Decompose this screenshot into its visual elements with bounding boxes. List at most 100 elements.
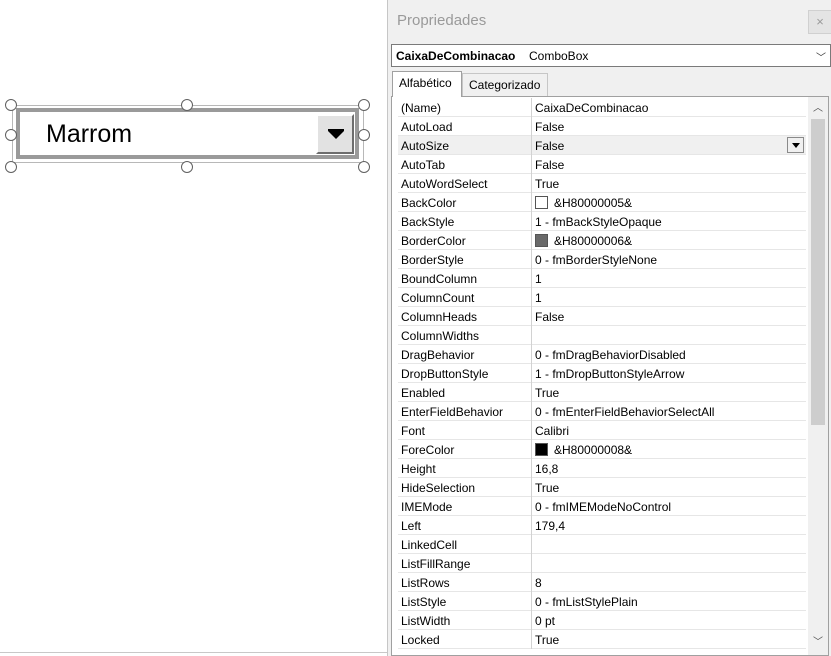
property-value[interactable] xyxy=(532,554,806,573)
property-value[interactable]: 1 - fmBackStyleOpaque xyxy=(532,212,806,231)
property-value[interactable]: CaixaDeCombinacao xyxy=(532,98,806,117)
property-value[interactable]: 0 - fmBorderStyleNone xyxy=(532,250,806,269)
combobox-control[interactable]: Marrom xyxy=(12,105,364,163)
property-name: EnterFieldBehavior xyxy=(398,402,532,421)
scroll-up-icon[interactable]: ︿ xyxy=(808,99,828,119)
property-row[interactable]: BackColor &H80000005& xyxy=(398,193,806,212)
property-value[interactable]: &H80000008& xyxy=(532,440,806,459)
combobox-dropdown-button[interactable] xyxy=(316,114,354,154)
property-row[interactable]: AutoTab False xyxy=(398,155,806,174)
property-grid: (Name) CaixaDeCombinacao AutoLoad False Auto… xyxy=(391,96,829,656)
property-value[interactable]: False xyxy=(532,155,806,174)
property-row[interactable]: (Name) CaixaDeCombinacao xyxy=(398,98,806,117)
property-value[interactable] xyxy=(532,535,806,554)
property-value[interactable]: 0 - fmListStylePlain xyxy=(532,592,806,611)
property-row[interactable]: DropButtonStyle 1 - fmDropButtonStyleArro… xyxy=(398,364,806,383)
property-row[interactable]: Font Calibri xyxy=(398,421,806,440)
property-row[interactable]: ColumnCount 1 xyxy=(398,288,806,307)
color-swatch xyxy=(535,196,548,209)
property-value[interactable]: True xyxy=(532,174,806,193)
property-value[interactable]: True xyxy=(532,383,806,402)
property-value-text: 0 - fmEnterFieldBehaviorSelectAll xyxy=(535,405,715,419)
property-value[interactable] xyxy=(532,326,806,345)
property-row[interactable]: Height 16,8 xyxy=(398,459,806,478)
property-value[interactable]: 8 xyxy=(532,573,806,592)
property-value[interactable]: 1 - fmDropButtonStyleArrow xyxy=(532,364,806,383)
property-row[interactable]: IMEMode 0 - fmIMEModeNoControl xyxy=(398,497,806,516)
property-row[interactable]: DragBehavior 0 - fmDragBehaviorDisabled xyxy=(398,345,806,364)
property-value[interactable]: 0 pt xyxy=(532,611,806,630)
resize-handle-bottom-right[interactable] xyxy=(358,161,370,173)
property-value[interactable]: 179,4 xyxy=(532,516,806,535)
property-value[interactable]: False xyxy=(532,307,806,326)
resize-handle-bottom-left[interactable] xyxy=(5,161,17,173)
property-row[interactable]: ListFillRange xyxy=(398,554,806,573)
property-row[interactable]: BorderColor &H80000006& xyxy=(398,231,806,250)
property-value[interactable]: True xyxy=(532,630,806,649)
property-value[interactable]: 1 xyxy=(532,288,806,307)
properties-window: Propriedades × CaixaDeCombinacao ComboBo… xyxy=(387,0,831,656)
object-type: ComboBox xyxy=(529,49,589,63)
resize-handle-top-left[interactable] xyxy=(5,99,17,111)
property-row[interactable]: Left 179,4 xyxy=(398,516,806,535)
property-row[interactable]: LinkedCell xyxy=(398,535,806,554)
vertical-scrollbar[interactable]: ︿ ﹀ xyxy=(808,97,828,655)
property-row[interactable]: BoundColumn 1 xyxy=(398,269,806,288)
property-value[interactable]: Calibri xyxy=(532,421,806,440)
property-value[interactable]: &H80000006& xyxy=(532,231,806,250)
resize-handle-right[interactable] xyxy=(358,129,370,141)
property-row[interactable]: BorderStyle 0 - fmBorderStyleNone xyxy=(398,250,806,269)
property-name: ListRows xyxy=(398,573,532,592)
property-row[interactable]: AutoWordSelect True xyxy=(398,174,806,193)
property-row[interactable]: HideSelection True xyxy=(398,478,806,497)
scroll-down-icon[interactable]: ﹀ xyxy=(808,633,828,653)
tab-categorized[interactable]: Categorizado xyxy=(462,73,548,96)
property-row[interactable]: BackStyle 1 - fmBackStyleOpaque xyxy=(398,212,806,231)
property-row[interactable]: ColumnHeads False xyxy=(398,307,806,326)
property-value[interactable]: False xyxy=(532,136,806,155)
property-value[interactable]: &H80000005& xyxy=(532,193,806,212)
property-row[interactable]: ListStyle 0 - fmListStylePlain xyxy=(398,592,806,611)
property-row[interactable]: AutoSize False xyxy=(398,136,806,155)
scroll-thumb[interactable] xyxy=(811,119,825,425)
property-row[interactable]: ListWidth 0 pt xyxy=(398,611,806,630)
resize-handle-left[interactable] xyxy=(5,129,17,141)
property-value-text: 1 xyxy=(535,272,542,286)
resize-handle-bottom[interactable] xyxy=(181,161,193,173)
combobox-field[interactable]: Marrom xyxy=(16,108,359,159)
close-icon: × xyxy=(816,14,824,29)
property-value-text: False xyxy=(535,310,565,324)
property-value[interactable]: True xyxy=(532,478,806,497)
chevron-down-icon: ﹀ xyxy=(816,53,826,64)
property-value[interactable]: 1 xyxy=(532,269,806,288)
value-dropdown-button[interactable] xyxy=(787,137,804,153)
property-value[interactable]: 0 - fmIMEModeNoControl xyxy=(532,497,806,516)
property-row[interactable]: EnterFieldBehavior 0 - fmEnterFieldBehavi… xyxy=(398,402,806,421)
property-name: ListFillRange xyxy=(398,554,532,573)
property-value-text: True xyxy=(535,386,560,400)
property-value[interactable]: False xyxy=(532,117,806,136)
property-row[interactable]: Enabled True xyxy=(398,383,806,402)
property-name: LinkedCell xyxy=(398,535,532,554)
resize-handle-top-right[interactable] xyxy=(358,99,370,111)
property-row[interactable]: ColumnWidths xyxy=(398,326,806,345)
property-value-text: 1 - fmDropButtonStyleArrow xyxy=(535,367,685,381)
design-canvas: Marrom xyxy=(0,0,387,656)
property-value-text: 8 xyxy=(535,576,542,590)
property-name: IMEMode xyxy=(398,497,532,516)
property-name: (Name) xyxy=(398,98,532,117)
property-row[interactable]: AutoLoad False xyxy=(398,117,806,136)
property-row[interactable]: Locked True xyxy=(398,630,806,649)
property-row[interactable]: ForeColor &H80000008& xyxy=(398,440,806,459)
property-name: ColumnHeads xyxy=(398,307,532,326)
tab-alphabetic[interactable]: Alfabético xyxy=(392,71,462,97)
property-value[interactable]: 0 - fmEnterFieldBehaviorSelectAll xyxy=(532,402,806,421)
property-name: AutoWordSelect xyxy=(398,174,532,193)
close-button[interactable]: × xyxy=(808,10,831,34)
property-value[interactable]: 16,8 xyxy=(532,459,806,478)
property-value[interactable]: 0 - fmDragBehaviorDisabled xyxy=(532,345,806,364)
resize-handle-top[interactable] xyxy=(181,99,193,111)
property-name: AutoSize xyxy=(398,136,532,155)
property-row[interactable]: ListRows 8 xyxy=(398,573,806,592)
object-selector[interactable]: CaixaDeCombinacao ComboBox ﹀ xyxy=(391,44,831,67)
